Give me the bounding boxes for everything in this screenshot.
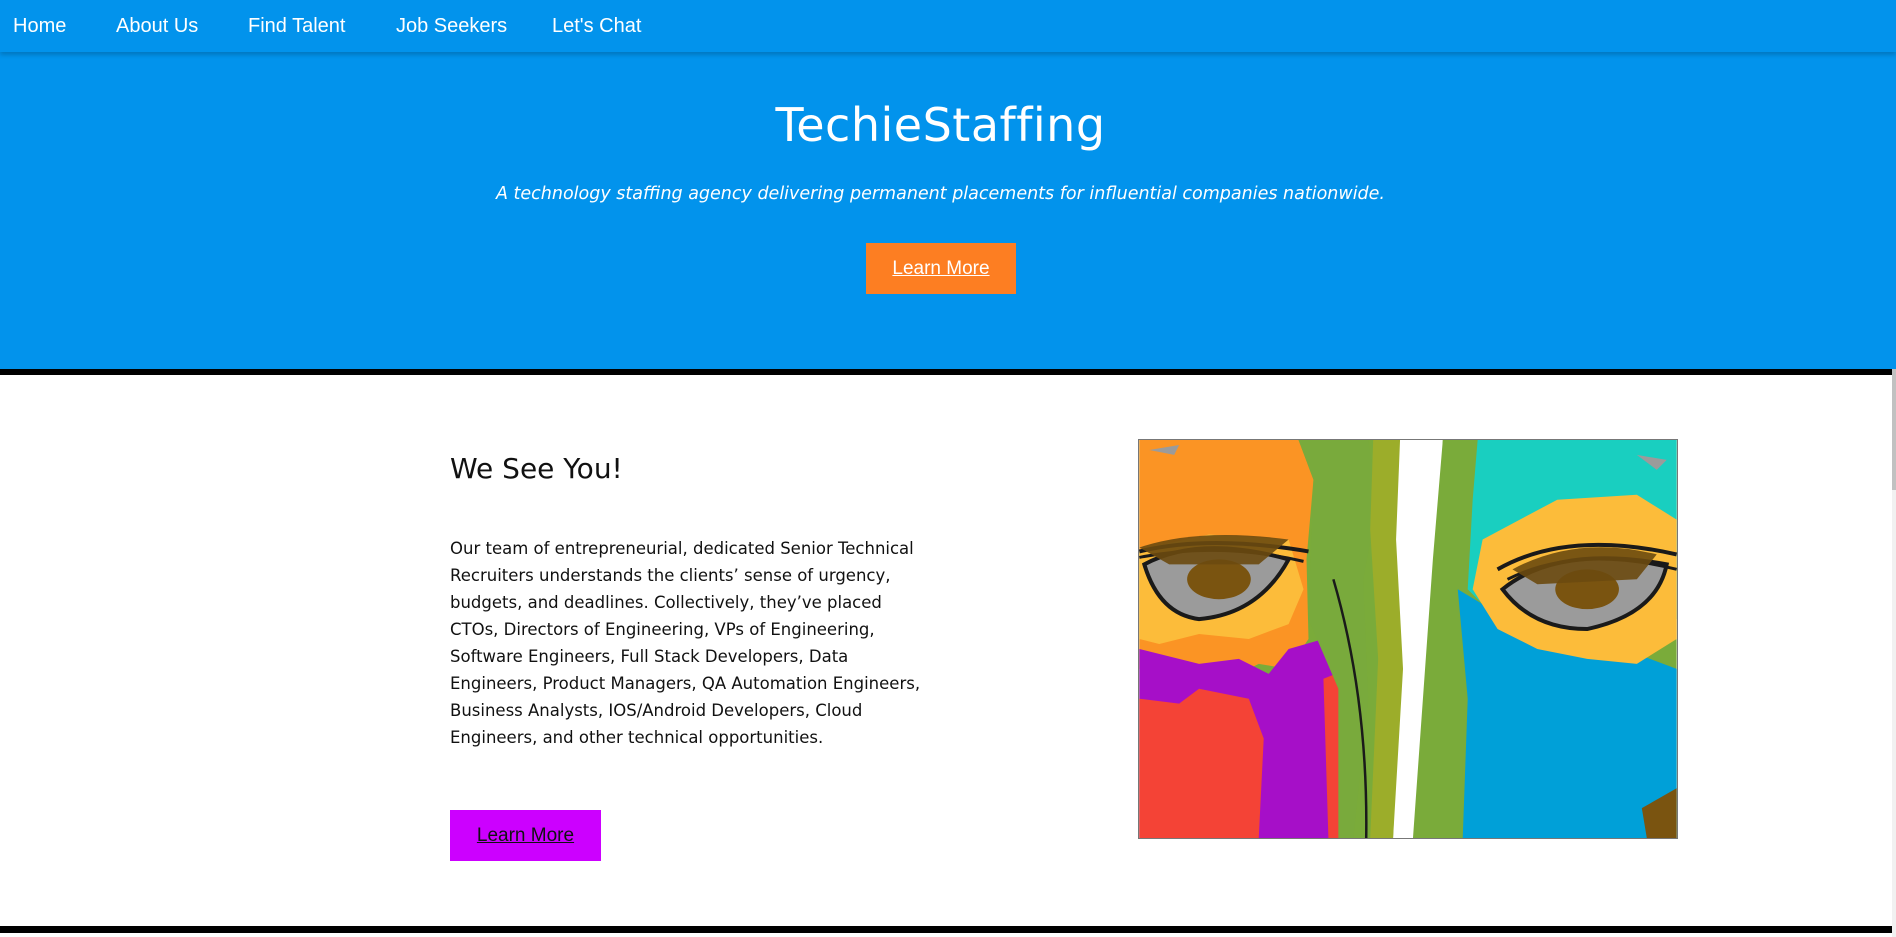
hero-banner: TechieStaffing A technology staffing age…	[0, 0, 1896, 369]
top-navigation: Home About Us Find Talent Job Seekers Le…	[0, 0, 1896, 52]
section-divider-bottom	[0, 926, 1892, 933]
hero-subtitle: A technology staffing agency delivering …	[495, 184, 1385, 204]
section-heading: We See You!	[450, 452, 623, 485]
abstract-eyes-painting-icon	[1139, 440, 1677, 838]
section-body-text: Our team of entrepreneurial, dedicated S…	[450, 539, 921, 747]
nav-item-lets-chat[interactable]: Let's Chat	[552, 0, 641, 52]
nav-item-about-us[interactable]: About Us	[116, 0, 198, 52]
nav-item-find-talent[interactable]: Find Talent	[248, 0, 345, 52]
page: TechieStaffing A technology staffing age…	[0, 0, 1896, 937]
hero-learn-more-button[interactable]: Learn More	[866, 243, 1016, 294]
abstract-eyes-painting	[1138, 439, 1678, 839]
nav-item-home[interactable]: Home	[13, 0, 66, 52]
section-learn-more-button[interactable]: Learn More	[450, 810, 601, 861]
nav-item-job-seekers[interactable]: Job Seekers	[396, 0, 507, 52]
hero-title: TechieStaffing	[775, 98, 1106, 152]
section-divider	[0, 369, 1892, 375]
